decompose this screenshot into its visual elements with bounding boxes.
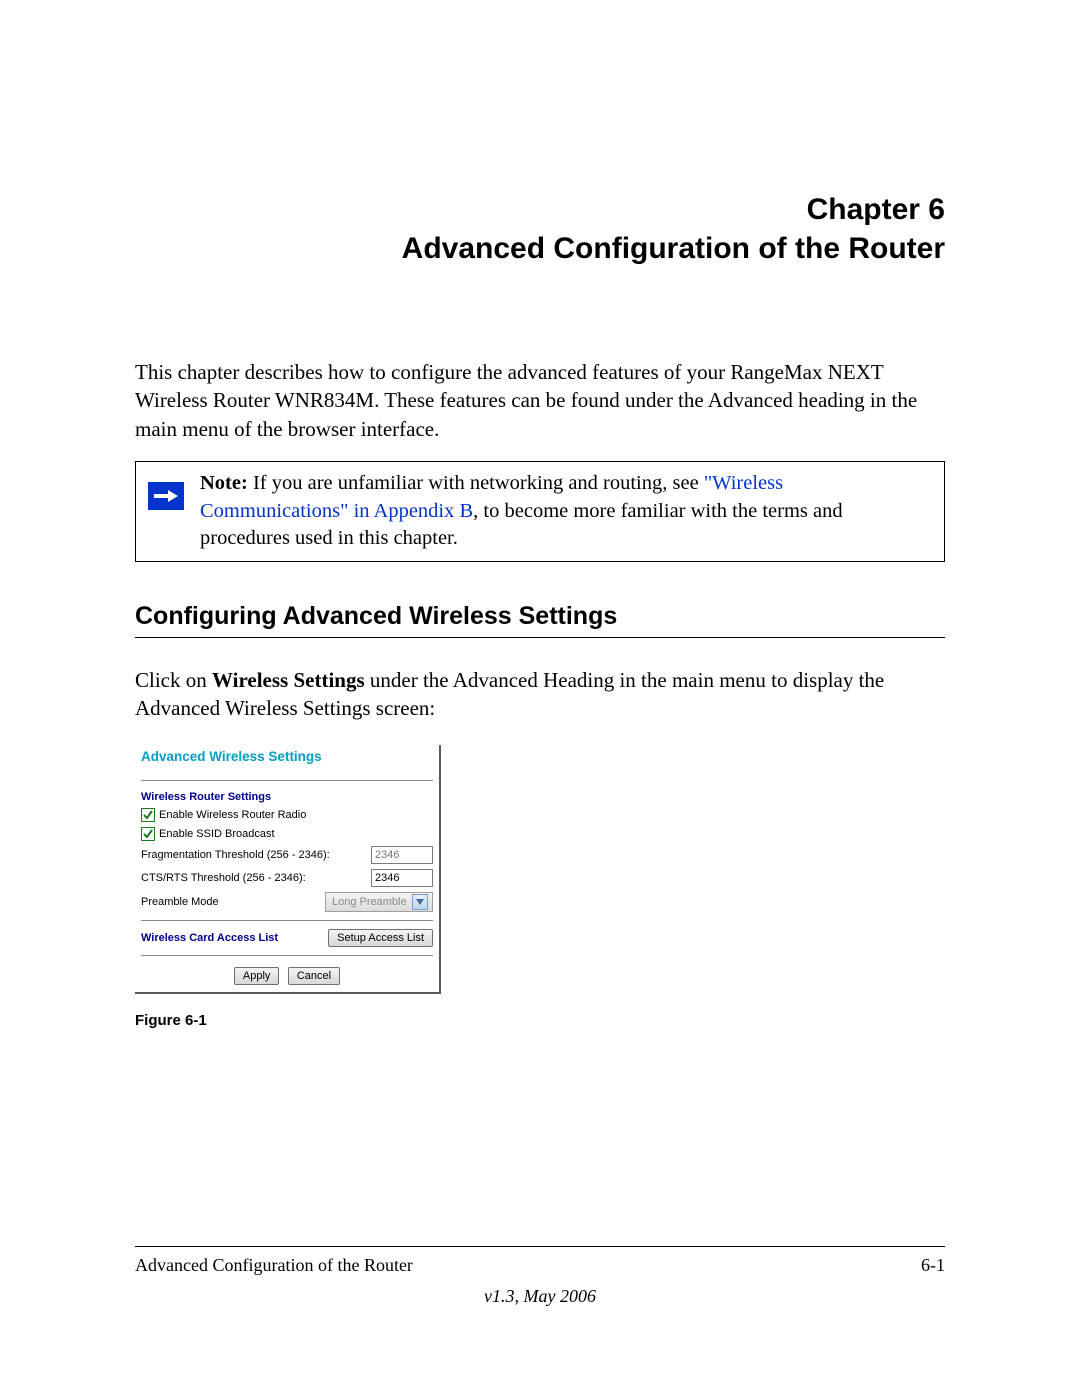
- preamble-select[interactable]: Long Preamble: [325, 892, 433, 912]
- cts-rts-row: CTS/RTS Threshold (256 - 2346):: [141, 869, 433, 887]
- chapter-title: Advanced Configuration of the Router: [135, 229, 945, 268]
- page: Chapter 6 Advanced Configuration of the …: [0, 0, 1080, 1397]
- note-box: Note: If you are unfamiliar with network…: [135, 461, 945, 562]
- setup-access-list-button[interactable]: Setup Access List: [328, 929, 433, 947]
- advanced-wireless-settings-panel: Advanced Wireless Settings Wireless Rout…: [135, 745, 441, 994]
- chapter-heading: Chapter 6 Advanced Configuration of the …: [135, 190, 945, 268]
- enable-ssid-checkbox[interactable]: [141, 827, 155, 841]
- enable-ssid-label: Enable SSID Broadcast: [159, 828, 433, 840]
- wireless-router-settings-subtitle: Wireless Router Settings: [141, 791, 433, 803]
- fragmentation-label: Fragmentation Threshold (256 - 2346):: [141, 849, 365, 861]
- note-text: Note: If you are unfamiliar with network…: [200, 470, 932, 553]
- cancel-button[interactable]: Cancel: [288, 967, 340, 985]
- cts-rts-input[interactable]: [371, 869, 433, 887]
- preamble-select-value: Long Preamble: [332, 896, 407, 908]
- note-label: Note:: [200, 472, 248, 494]
- arrow-right-icon: [148, 482, 184, 510]
- access-list-row: Wireless Card Access List Setup Access L…: [141, 929, 433, 947]
- access-list-label: Wireless Card Access List: [141, 932, 278, 944]
- footer-line: Advanced Configuration of the Router 6-1: [135, 1246, 945, 1276]
- button-row: Apply Cancel: [141, 966, 433, 984]
- section-heading: Configuring Advanced Wireless Settings: [135, 602, 945, 638]
- section-bold-text: Wireless Settings: [212, 668, 365, 692]
- section-text-before-bold: Click on: [135, 668, 212, 692]
- page-footer: Advanced Configuration of the Router 6-1…: [135, 1246, 945, 1307]
- divider: [141, 955, 433, 956]
- apply-button[interactable]: Apply: [234, 967, 280, 985]
- preamble-label: Preamble Mode: [141, 896, 319, 908]
- cts-rts-label: CTS/RTS Threshold (256 - 2346):: [141, 872, 365, 884]
- fragmentation-row: Fragmentation Threshold (256 - 2346):: [141, 846, 433, 864]
- panel-title: Advanced Wireless Settings: [141, 749, 433, 781]
- fragmentation-input[interactable]: [371, 846, 433, 864]
- enable-radio-checkbox[interactable]: [141, 808, 155, 822]
- preamble-row: Preamble Mode Long Preamble: [141, 892, 433, 912]
- chevron-down-icon: [412, 894, 428, 910]
- divider: [141, 920, 433, 921]
- chapter-number: Chapter 6: [135, 190, 945, 229]
- footer-page-number: 6-1: [921, 1255, 945, 1276]
- footer-version: v1.3, May 2006: [135, 1286, 945, 1307]
- note-text-before-link: If you are unfamiliar with networking an…: [248, 472, 704, 494]
- enable-radio-label: Enable Wireless Router Radio: [159, 809, 433, 821]
- enable-ssid-row: Enable SSID Broadcast: [141, 827, 433, 841]
- figure-caption: Figure 6-1: [135, 1012, 945, 1029]
- section-paragraph: Click on Wireless Settings under the Adv…: [135, 666, 945, 723]
- intro-paragraph: This chapter describes how to configure …: [135, 358, 945, 443]
- enable-radio-row: Enable Wireless Router Radio: [141, 808, 433, 822]
- footer-left: Advanced Configuration of the Router: [135, 1255, 413, 1276]
